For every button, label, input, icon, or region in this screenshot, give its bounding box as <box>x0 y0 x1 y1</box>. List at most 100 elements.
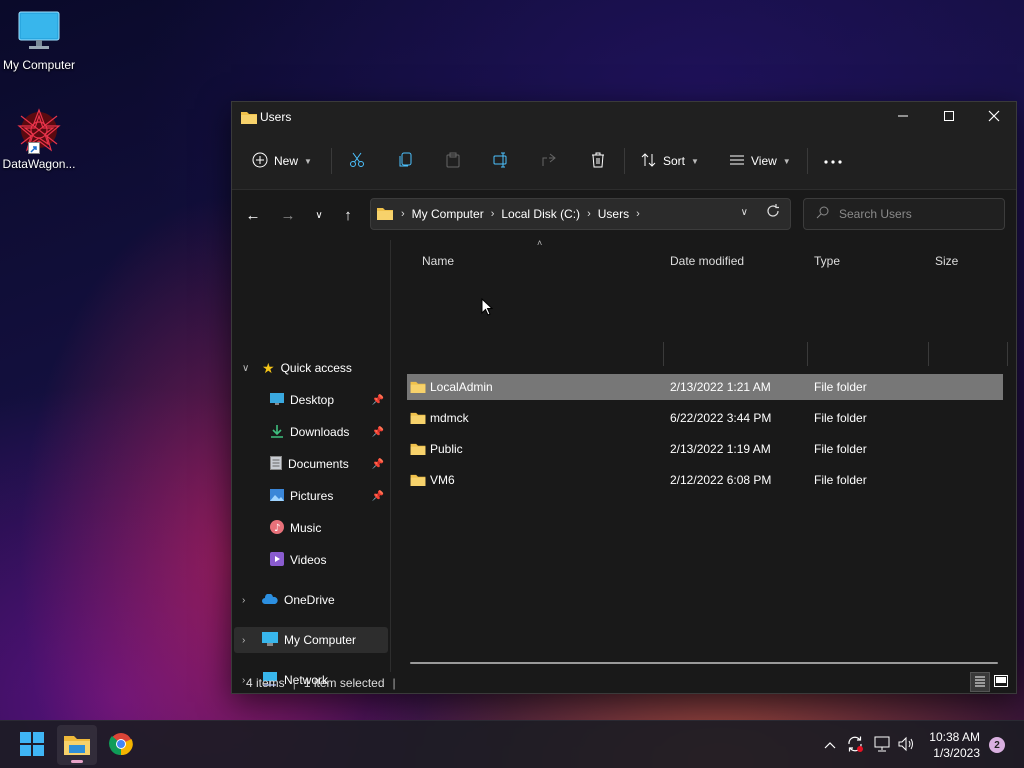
active-indicator <box>71 760 83 763</box>
close-icon <box>988 110 1000 125</box>
chevron-down-icon: ∨ <box>242 362 250 374</box>
sync-status-button[interactable] <box>844 735 866 755</box>
delete-icon <box>590 152 606 171</box>
network-status-button[interactable] <box>872 735 894 755</box>
paste-button[interactable] <box>445 148 461 174</box>
file-date: 2/13/2022 1:19 AM <box>670 442 771 456</box>
navigation-bar: ← → ∨ ↑ › My Computer › Local Disk (C:) … <box>232 190 1016 240</box>
column-divider[interactable] <box>663 342 664 366</box>
minimize-button[interactable] <box>880 102 926 132</box>
more-button[interactable] <box>824 148 842 174</box>
arrow-left-icon: ← <box>245 206 261 224</box>
breadcrumb-my-computer[interactable]: My Computer <box>412 207 484 221</box>
column-header-name[interactable]: Name <box>422 248 454 274</box>
up-button[interactable]: ↑ <box>336 204 360 226</box>
column-header-size[interactable]: Size <box>935 248 958 274</box>
file-row[interactable]: VM6 2/12/2022 6:08 PM File folder <box>407 467 1003 493</box>
recent-locations-button[interactable]: ∨ <box>307 204 331 226</box>
nav-quick-access[interactable]: ∨ ★ Quick access <box>234 355 388 381</box>
search-box[interactable]: Search Users <box>803 198 1005 230</box>
chevron-right-icon: › <box>242 634 246 646</box>
maximize-button[interactable] <box>926 102 972 132</box>
sort-icon <box>641 152 657 171</box>
nav-item-desktop[interactable]: Desktop 📌 <box>234 387 388 413</box>
clock-time: 10:38 AM <box>929 730 980 744</box>
refresh-icon <box>766 204 780 221</box>
cut-button[interactable] <box>349 148 365 174</box>
sort-indicator-icon: ˄ <box>537 238 543 248</box>
nav-item-downloads[interactable]: Downloads 📌 <box>234 419 388 445</box>
nav-label: Videos <box>290 553 327 567</box>
arrow-right-icon: → <box>280 206 296 224</box>
forward-button[interactable]: → <box>276 204 300 226</box>
desktop-icon-datawagon[interactable]: DataWagon... <box>0 106 79 171</box>
taskbar-chrome[interactable] <box>101 725 141 765</box>
nav-item-pictures[interactable]: Pictures 📌 <box>234 483 388 509</box>
arrow-up-icon: ↑ <box>344 206 352 224</box>
file-row[interactable]: Public 2/13/2022 1:19 AM File folder <box>407 436 1003 462</box>
column-divider[interactable] <box>1007 342 1008 366</box>
new-label: New <box>274 154 299 168</box>
copy-button[interactable] <box>398 148 414 174</box>
folder-icon <box>410 411 426 427</box>
show-hidden-icons-button[interactable] <box>820 735 840 755</box>
delete-button[interactable] <box>590 148 606 174</box>
nav-onedrive[interactable]: › OneDrive <box>234 587 388 613</box>
chevron-down-icon: ▼ <box>304 156 312 166</box>
column-divider[interactable] <box>807 342 808 366</box>
toolbar-divider <box>331 148 332 174</box>
new-button[interactable]: New ▼ <box>252 148 312 174</box>
clock[interactable]: 10:38 AM 1/3/2023 <box>929 729 980 761</box>
nav-label: Downloads <box>290 425 350 439</box>
item-count: 4 items <box>246 676 285 690</box>
file-date: 2/13/2022 1:21 AM <box>670 380 771 394</box>
breadcrumb-users[interactable]: Users <box>598 207 629 221</box>
picture-icon <box>270 488 284 504</box>
breadcrumb-local-disk[interactable]: Local Disk (C:) <box>501 207 580 221</box>
view-label: View <box>751 154 777 168</box>
windows-logo-icon <box>20 731 44 759</box>
close-button[interactable] <box>971 102 1017 132</box>
volume-button[interactable] <box>896 735 918 755</box>
column-divider[interactable] <box>928 342 929 366</box>
address-bar[interactable]: › My Computer › Local Disk (C:) › Users … <box>370 198 791 230</box>
folder-icon <box>410 380 426 396</box>
nav-item-documents[interactable]: Documents 📌 <box>234 451 388 477</box>
rename-button[interactable] <box>493 148 509 174</box>
more-icon <box>824 154 842 168</box>
column-header-type[interactable]: Type <box>814 248 840 274</box>
file-row[interactable]: mdmck 6/22/2022 3:44 PM File folder <box>407 405 1003 431</box>
nav-item-videos[interactable]: Videos <box>234 547 388 573</box>
address-dropdown-button[interactable]: ∨ <box>741 207 748 218</box>
sort-button[interactable]: Sort ▼ <box>641 148 699 174</box>
nav-my-computer[interactable]: › My Computer <box>234 627 388 653</box>
back-button[interactable]: ← <box>241 204 265 226</box>
taskbar-file-explorer[interactable] <box>57 725 97 765</box>
nav-label: My Computer <box>284 633 357 647</box>
share-button[interactable] <box>541 148 557 174</box>
notification-badge[interactable]: 2 <box>989 737 1005 753</box>
video-icon <box>270 551 284 569</box>
desktop-icon-label: My Computer <box>2 58 76 72</box>
tiles-view-icon <box>994 674 1008 690</box>
refresh-button[interactable] <box>766 204 780 221</box>
nav-label: Quick access <box>280 361 352 375</box>
desktop-icon <box>270 392 284 408</box>
tiles-view-button[interactable] <box>991 672 1011 692</box>
column-header-date[interactable]: Date modified <box>670 248 744 274</box>
desktop-icon-my-computer[interactable]: My Computer <box>0 10 79 72</box>
file-type: File folder <box>814 442 867 456</box>
title-bar[interactable]: Users <box>232 102 1016 132</box>
horizontal-scrollbar[interactable] <box>410 662 998 664</box>
view-list-icon <box>729 152 745 171</box>
nav-item-music[interactable]: ♪ Music <box>234 515 388 541</box>
details-view-button[interactable] <box>970 672 990 692</box>
network-status-icon <box>874 736 892 755</box>
file-date: 2/12/2022 6:08 PM <box>670 473 772 487</box>
start-button[interactable] <box>12 725 52 765</box>
file-row[interactable]: LocalAdmin 2/13/2022 1:21 AM File folder <box>407 374 1003 400</box>
paste-icon <box>445 152 461 171</box>
folder-icon <box>410 473 426 489</box>
view-button[interactable]: View ▼ <box>729 148 791 174</box>
svg-text:♪: ♪ <box>274 523 280 534</box>
